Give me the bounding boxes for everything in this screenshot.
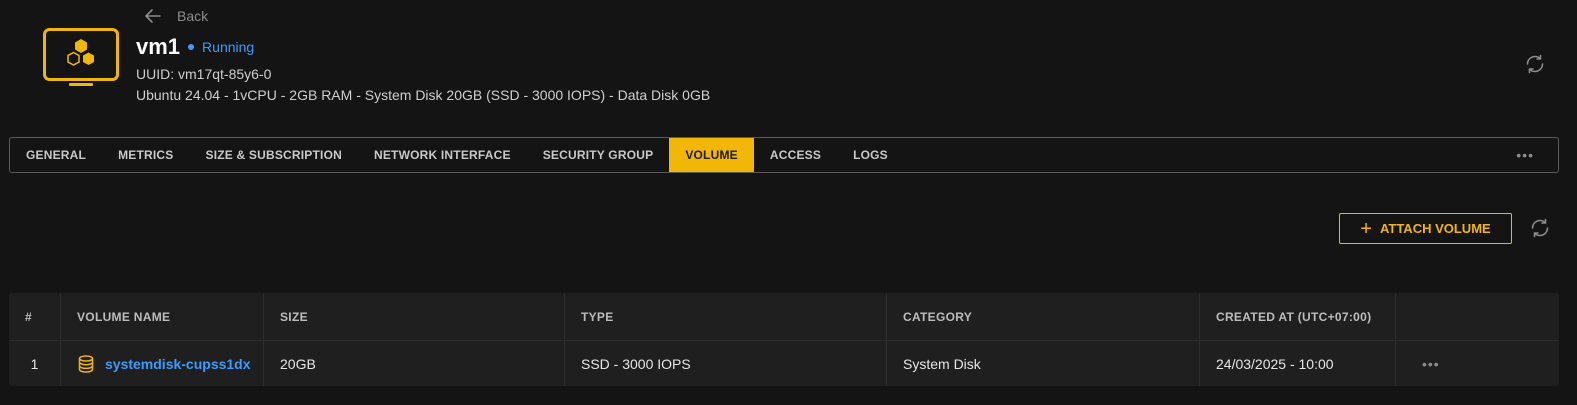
tab-volume[interactable]: VOLUME — [669, 138, 754, 172]
attach-volume-button[interactable]: + ATTACH VOLUME — [1339, 213, 1512, 244]
table-header-row: # VOLUME NAME SIZE TYPE CATEGORY CREATED… — [9, 293, 1559, 341]
volume-type: SSD - 3000 IOPS — [565, 341, 887, 386]
vm-name: vm1 — [136, 34, 181, 59]
column-header-volume-name: VOLUME NAME — [61, 293, 264, 340]
volume-created-at: 24/03/2025 - 10:00 — [1200, 341, 1396, 386]
row-more-icon[interactable]: ••• — [1412, 356, 1440, 372]
back-label: Back — [177, 8, 209, 24]
tab-bar: GENERAL METRICS SIZE & SUBSCRIPTION NETW… — [9, 137, 1559, 173]
tab-logs[interactable]: LOGS — [837, 138, 904, 172]
tab-security-group[interactable]: SECURITY GROUP — [527, 138, 670, 172]
volume-category: System Disk — [887, 341, 1200, 386]
column-header-size: SIZE — [264, 293, 565, 340]
status-dot-icon — [188, 44, 195, 50]
table-row: 1 systemdisk-cupss1dx 20GB SSD - 3000 IO… — [9, 341, 1559, 386]
status-badge: Running — [188, 39, 254, 55]
back-button[interactable]: Back — [143, 6, 208, 26]
vm-monitor-icon — [43, 28, 119, 86]
tab-metrics[interactable]: METRICS — [102, 138, 189, 172]
tab-general[interactable]: GENERAL — [10, 138, 102, 172]
column-header-category: CATEGORY — [887, 293, 1200, 340]
vm-title-row: vm1 Running — [136, 34, 254, 60]
database-icon — [78, 354, 94, 373]
tab-access[interactable]: ACCESS — [754, 138, 837, 172]
column-header-index: # — [9, 293, 61, 340]
column-header-created-at: CREATED AT (UTC+07:00) — [1200, 293, 1396, 340]
attach-volume-label: ATTACH VOLUME — [1379, 221, 1491, 236]
vm-spec: Ubuntu 24.04 - 1vCPU - 2GB RAM - System … — [136, 87, 711, 103]
volume-size: 20GB — [264, 341, 565, 386]
refresh-icon[interactable] — [1528, 216, 1552, 240]
vm-detail-page: Back vm1 Running UUID: vm17qt-85y6-0 Ubu… — [0, 0, 1577, 405]
tab-network-interface[interactable]: NETWORK INTERFACE — [358, 138, 527, 172]
tab-size-subscription[interactable]: SIZE & SUBSCRIPTION — [189, 138, 357, 172]
volume-table: # VOLUME NAME SIZE TYPE CATEGORY CREATED… — [9, 293, 1559, 386]
arrow-left-icon — [145, 9, 161, 23]
volume-name-link[interactable]: systemdisk-cupss1dx — [105, 356, 251, 372]
refresh-icon[interactable] — [1523, 52, 1547, 76]
row-index: 1 — [9, 341, 61, 386]
column-header-actions — [1396, 293, 1559, 340]
vm-uuid: UUID: vm17qt-85y6-0 — [136, 66, 272, 82]
tabs-more-icon[interactable]: ••• — [1492, 138, 1558, 172]
column-header-type: TYPE — [565, 293, 887, 340]
plus-icon: + — [1360, 217, 1372, 240]
row-actions-cell: ••• — [1396, 341, 1559, 386]
status-label: Running — [202, 39, 255, 55]
volume-name-cell: systemdisk-cupss1dx — [61, 341, 264, 386]
